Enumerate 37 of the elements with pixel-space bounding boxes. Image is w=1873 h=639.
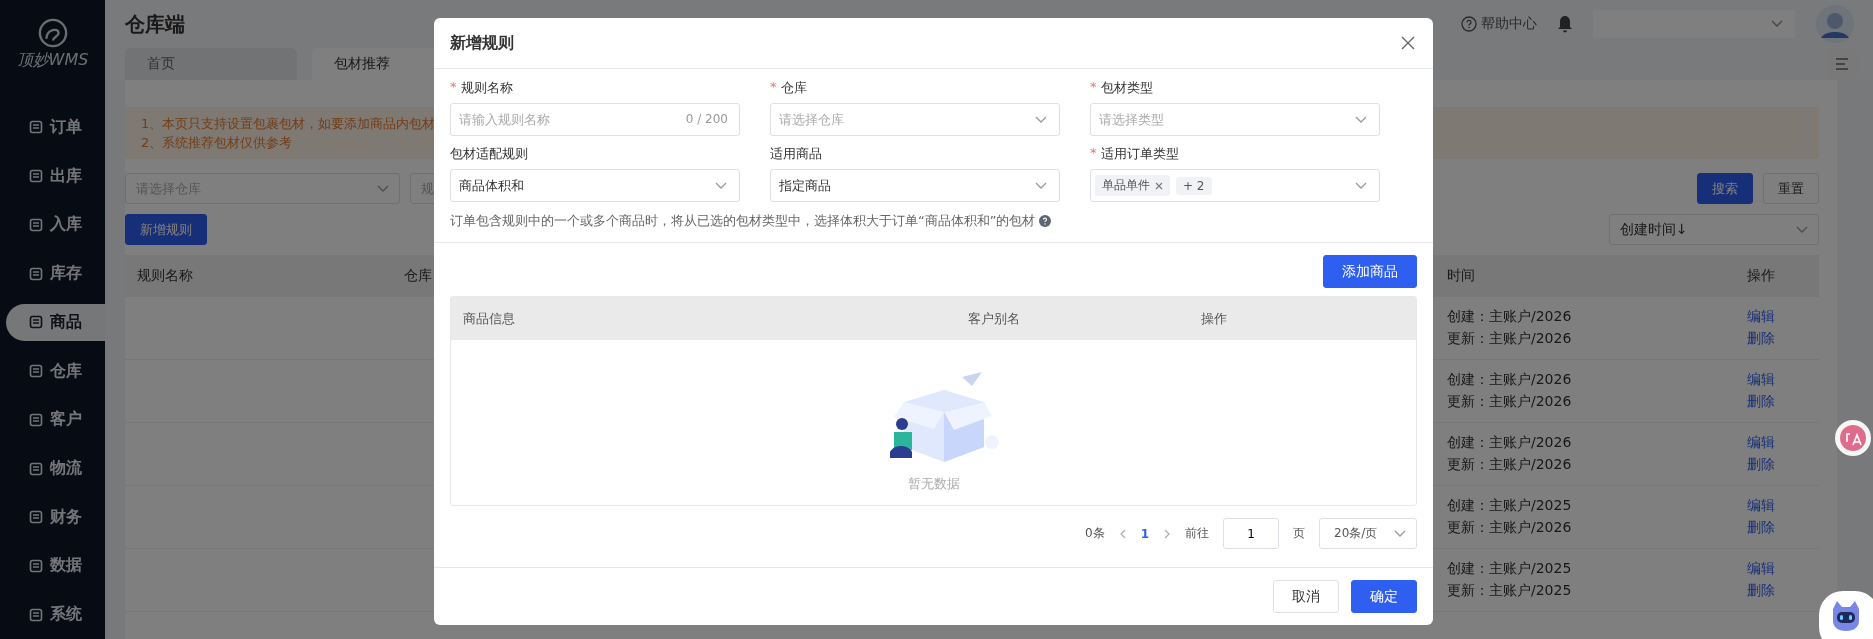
logo-text: 顶妙WMS (16, 50, 89, 71)
required-mark: * (1090, 79, 1097, 96)
updated-text: 更新：主账户/2026 (1447, 456, 1573, 474)
column-header: 客户别名 (967, 309, 1021, 328)
created-text: 创建：主账户/2026 (1447, 371, 1573, 389)
updated-text: 更新：主账户/2025 (1447, 582, 1573, 600)
column-header: 商品信息 (462, 309, 516, 328)
field-label: 适用订单类型 (1100, 145, 1179, 163)
field-label: 规则名称 (460, 79, 513, 97)
goto-label: 前往 (1185, 525, 1209, 542)
updated-text: 更新：主账户/2026 (1447, 519, 1573, 537)
notice-text: 1、本页只支持设置包裹包材，如要添加商品内包材 (141, 115, 436, 133)
total-count: 0条 (1085, 525, 1105, 542)
updated-text: 更新：主账户/2026 (1447, 393, 1573, 411)
hint-text: 订单包含规则中的一个或多个商品时，将从已选的包材类型中，选择体积大于订单“商品体积和”的包材 (450, 212, 1036, 230)
column-header: 操作 (1200, 309, 1228, 328)
field-label: 适用商品 (770, 145, 822, 163)
required-mark: * (770, 79, 777, 96)
field-label: 包材类型 (1100, 79, 1153, 97)
created-text: 创建：主账户/2026 (1447, 308, 1573, 326)
created-text: 创建：主账户/2025 (1447, 497, 1573, 515)
column-header: 仓库 (404, 267, 432, 283)
created-text: 创建：主账户/2025 (1447, 560, 1573, 578)
field-label: 包材适配规则 (450, 145, 528, 163)
page-title: 仓库端 (125, 10, 185, 38)
required-mark: * (1090, 145, 1097, 162)
notice-text: 2、系统推荐包材仅供参考 (141, 134, 293, 152)
column-header: 规则名称 (137, 267, 193, 283)
created-text: 创建：主账户/2026 (1447, 434, 1573, 452)
updated-text: 更新：主账户/2026 (1447, 330, 1573, 348)
field-label: 仓库 (780, 79, 807, 97)
page-unit-label: 页 (1293, 525, 1305, 542)
empty-text: 暂无数据 (907, 475, 960, 493)
char-counter: 0 / 200 (685, 112, 728, 126)
required-mark: * (450, 79, 457, 96)
column-header: 操作 (1747, 267, 1775, 283)
column-header: 时间 (1447, 267, 1475, 283)
